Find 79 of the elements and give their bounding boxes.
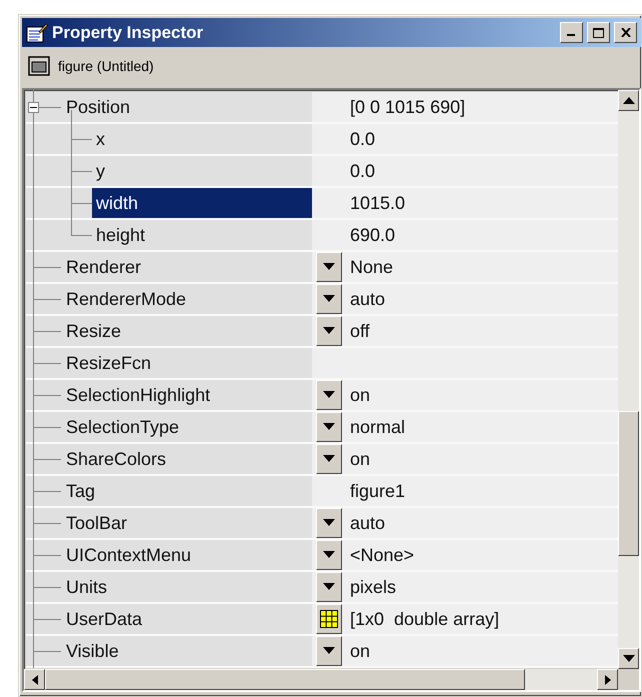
property-name[interactable]: ResizeFcn <box>62 349 156 377</box>
window-title: Property Inspector <box>52 22 204 42</box>
left-arrow-icon <box>32 674 38 684</box>
property-value[interactable]: auto <box>350 288 386 310</box>
property-name[interactable]: Position <box>62 93 134 121</box>
property-value[interactable]: off <box>350 320 370 342</box>
caret-icon <box>323 391 335 399</box>
dropdown-button[interactable] <box>316 572 342 602</box>
property-value[interactable]: 0.0 <box>350 128 376 150</box>
array-editor-button[interactable] <box>316 604 342 634</box>
scroll-thumb[interactable] <box>618 411 639 556</box>
caret-icon <box>323 423 335 431</box>
property-name[interactable]: Renderer <box>62 253 146 281</box>
property-name[interactable]: UIContextMenu <box>62 541 196 569</box>
maximize-icon <box>593 28 604 38</box>
dropdown-button[interactable] <box>316 412 342 442</box>
property-value[interactable]: 690.0 <box>350 224 396 246</box>
property-name[interactable]: Tag <box>62 477 100 505</box>
dropdown-button[interactable] <box>316 380 342 410</box>
property-name[interactable]: ToolBar <box>62 509 132 537</box>
minimize-button[interactable] <box>560 22 583 43</box>
property-value[interactable]: [1x0 double array] <box>350 608 500 630</box>
property-value[interactable]: on <box>350 448 370 470</box>
close-button[interactable] <box>614 22 637 43</box>
dropdown-button[interactable] <box>316 444 342 474</box>
horizontal-scrollbar[interactable] <box>24 669 618 690</box>
close-icon <box>620 28 630 37</box>
dropdown-button[interactable] <box>316 540 342 570</box>
property-value[interactable]: figure1 <box>350 480 406 502</box>
caret-icon <box>323 295 335 303</box>
property-value[interactable]: 0.0 <box>350 160 376 182</box>
caret-icon <box>323 583 335 591</box>
property-name[interactable]: x <box>92 125 109 153</box>
scroll-up-button[interactable] <box>618 90 639 111</box>
property-name[interactable]: SelectionHighlight <box>62 381 214 409</box>
vertical-scrollbar[interactable] <box>618 90 639 669</box>
scroll-down-button[interactable] <box>618 648 639 669</box>
property-value[interactable]: [0 0 1015 690] <box>350 96 466 118</box>
up-arrow-icon <box>622 96 634 104</box>
scroll-thumb[interactable] <box>45 669 525 690</box>
dropdown-button[interactable] <box>316 252 342 282</box>
property-value[interactable]: pixels <box>350 576 396 598</box>
down-arrow-icon <box>622 654 634 662</box>
dropdown-button[interactable] <box>316 636 342 666</box>
property-name[interactable]: height <box>92 221 150 249</box>
caret-icon <box>323 327 335 335</box>
inspector-app-icon <box>26 22 48 42</box>
caret-icon <box>323 551 335 559</box>
dropdown-button[interactable] <box>316 508 342 538</box>
property-name[interactable]: RendererMode <box>62 285 190 313</box>
property-value[interactable]: 1015.0 <box>350 192 406 214</box>
caret-icon <box>323 519 335 527</box>
scroll-left-button[interactable] <box>24 669 45 690</box>
property-name[interactable]: ShareColors <box>62 445 170 473</box>
property-name[interactable]: Visible <box>62 637 123 665</box>
object-label: figure (Untitled) <box>58 58 154 74</box>
property-name[interactable]: Resize <box>62 317 126 345</box>
collapse-icon[interactable] <box>28 102 39 113</box>
property-name[interactable]: y <box>92 157 109 185</box>
property-name[interactable]: Units <box>62 573 112 601</box>
caret-icon <box>323 455 335 463</box>
property-name[interactable]: SelectionType <box>62 413 184 441</box>
property-value[interactable]: <None> <box>350 544 414 566</box>
property-value[interactable]: on <box>350 640 370 662</box>
property-value[interactable]: normal <box>350 416 406 438</box>
property-value[interactable]: None <box>350 256 394 278</box>
caret-icon <box>323 647 335 655</box>
scroll-right-button[interactable] <box>597 669 618 690</box>
property-value[interactable]: on <box>350 384 370 406</box>
dropdown-button[interactable] <box>316 284 342 314</box>
property-value[interactable]: auto <box>350 512 386 534</box>
property-name[interactable]: UserData <box>62 605 146 633</box>
property-name[interactable]: width <box>92 188 312 218</box>
grid-icon <box>320 610 338 628</box>
right-arrow-icon <box>604 674 610 684</box>
figure-window-icon <box>28 56 50 76</box>
maximize-button[interactable] <box>587 22 610 43</box>
caret-icon <box>323 263 335 271</box>
dropdown-button[interactable] <box>316 316 342 346</box>
